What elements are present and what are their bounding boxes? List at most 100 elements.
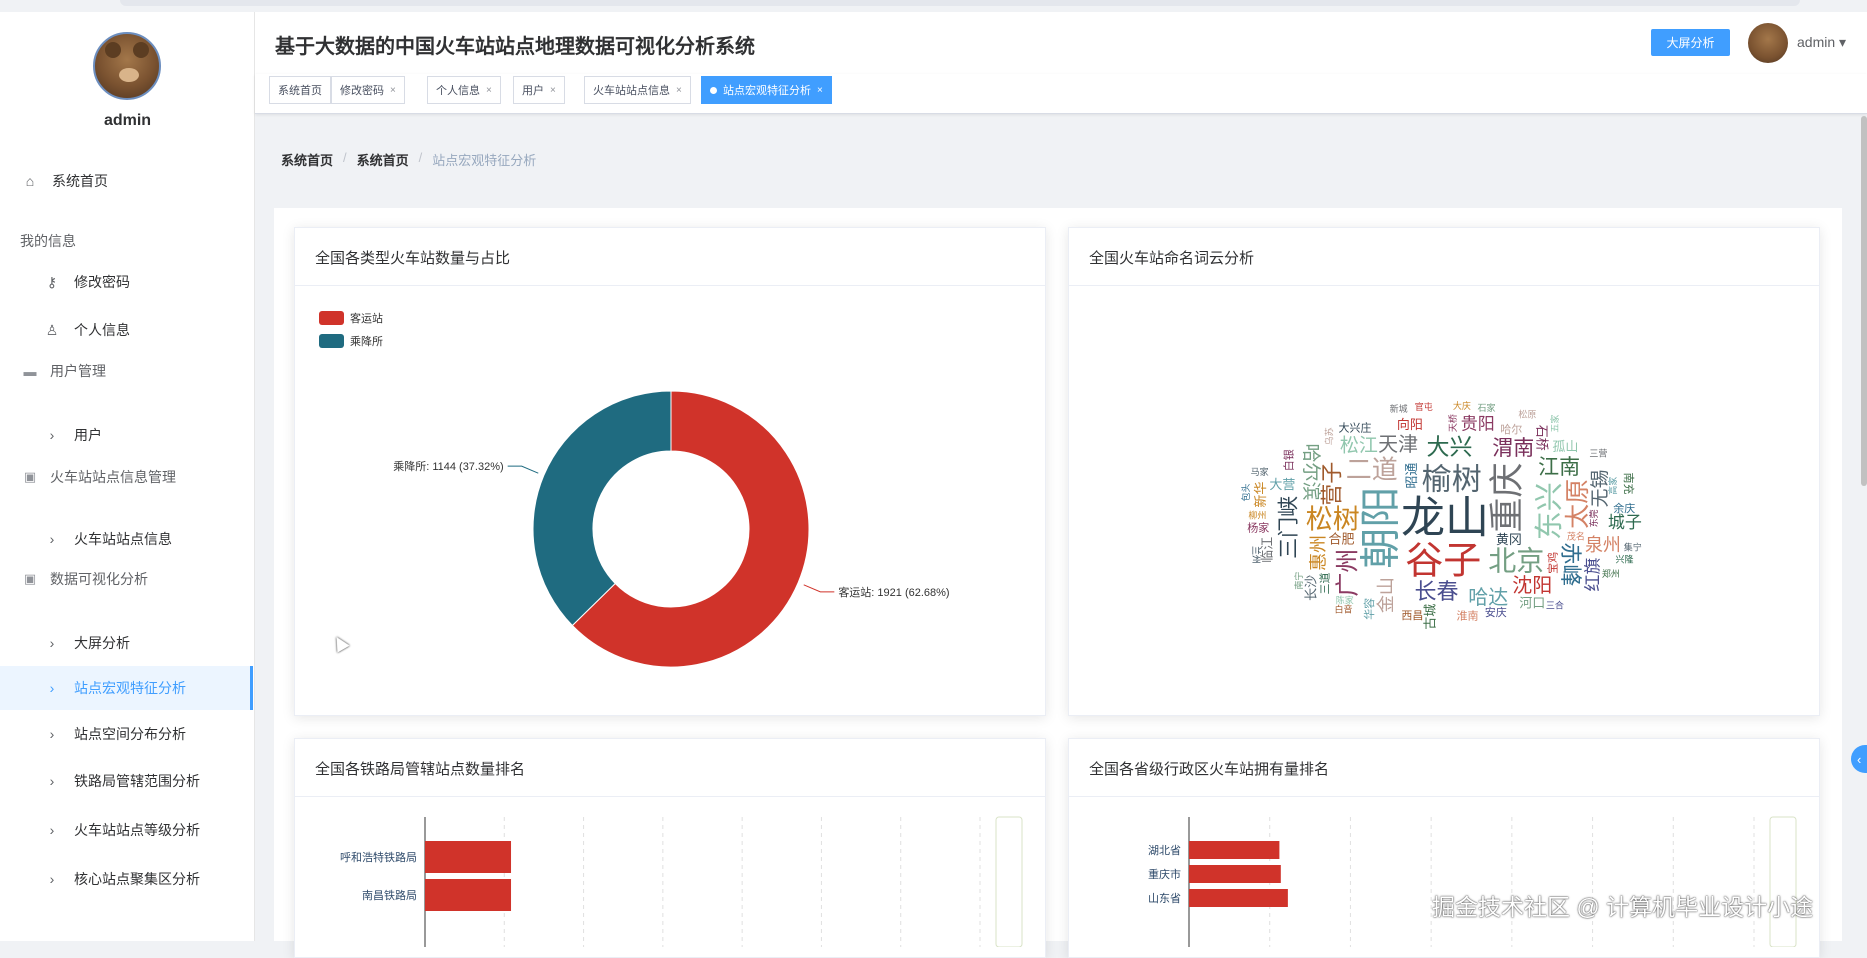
tab-3[interactable]: 用户 × xyxy=(513,76,565,104)
word-cloud-word[interactable]: 兰州 xyxy=(1250,546,1262,564)
bar-1[interactable] xyxy=(425,879,512,911)
bar-0[interactable] xyxy=(1189,841,1280,859)
header-avatar[interactable] xyxy=(1748,23,1788,63)
word-cloud-word[interactable]: 宝鸡 xyxy=(1546,552,1560,574)
close-icon[interactable]: × xyxy=(390,85,396,96)
word-cloud-word[interactable]: 茂名 xyxy=(1567,530,1585,542)
data-zoom-slider[interactable] xyxy=(995,816,1023,947)
word-cloud-word[interactable]: 渭南 xyxy=(1492,436,1534,460)
word-cloud-word[interactable]: 西昌 xyxy=(1401,609,1423,622)
word-cloud-word[interactable]: 谷子 xyxy=(1405,538,1481,582)
word-cloud-word[interactable]: 东莞 xyxy=(1588,509,1600,527)
word-cloud-word[interactable]: 榆树 xyxy=(1422,462,1482,497)
sidebar-item-7[interactable]: › 火车站站点信息 xyxy=(0,517,253,561)
word-cloud-word[interactable]: 南宁 xyxy=(1293,572,1305,590)
word-cloud-word[interactable]: 大兴 xyxy=(1426,434,1472,460)
word-cloud-word[interactable]: 贵阳 xyxy=(1461,415,1495,435)
word-cloud-word[interactable]: 新华 xyxy=(1253,482,1269,508)
word-cloud-word[interactable]: 河口 xyxy=(1519,597,1545,612)
word-cloud-word[interactable]: 余庆 xyxy=(1613,501,1635,515)
word-cloud-word[interactable]: 天津 xyxy=(1378,432,1418,456)
word-cloud-word[interactable]: 白音 xyxy=(1334,604,1352,616)
sidebar-item-3[interactable]: ♙ 个人信息 xyxy=(0,308,253,352)
word-cloud-word[interactable]: 五家 xyxy=(1549,415,1561,433)
word-cloud-word[interactable]: 石家 xyxy=(1477,402,1495,414)
word-cloud-word[interactable]: 二道 xyxy=(1346,456,1398,486)
sidebar-item-9[interactable]: › 大屏分析 xyxy=(0,621,253,665)
word-cloud-word[interactable]: 赤峰 xyxy=(1557,542,1582,586)
word-cloud-word[interactable]: 沈阳 xyxy=(1512,573,1552,597)
word-cloud-word[interactable]: 郑州 xyxy=(1602,568,1620,580)
big-screen-button[interactable]: 大屏分析 xyxy=(1651,29,1730,56)
word-cloud-word[interactable]: 松江 xyxy=(1340,435,1378,457)
vertical-scrollbar[interactable] xyxy=(1861,116,1867,486)
word-cloud-word[interactable]: 安庆 xyxy=(1485,605,1507,619)
word-cloud-word[interactable]: 乌苏 xyxy=(1324,427,1336,445)
sidebar-item-2[interactable]: ⚷ 修改密码 xyxy=(0,260,253,304)
word-cloud-word[interactable]: 哈尔 xyxy=(1500,423,1522,436)
word-cloud-word[interactable]: 城子 xyxy=(1608,513,1642,533)
data-zoom-slider[interactable] xyxy=(1769,816,1797,947)
tab-1[interactable]: 修改密码 × xyxy=(331,76,405,104)
tab-5[interactable]: 站点宏观特征分析 × xyxy=(701,76,832,104)
word-cloud-word[interactable]: 三营 xyxy=(1589,448,1607,460)
sidebar-item-13[interactable]: › 火车站站点等级分析 xyxy=(0,808,253,852)
word-cloud-word[interactable]: 太原 xyxy=(1563,479,1592,529)
breadcrumb-item-home[interactable]: 系统首页 xyxy=(281,150,333,169)
word-cloud-word[interactable]: 东兴 xyxy=(1532,482,1566,540)
word-cloud-word[interactable]: 合肥 xyxy=(1328,533,1354,548)
pie-slice-1[interactable] xyxy=(532,390,672,627)
word-cloud-word[interactable]: 大庆 xyxy=(1453,400,1471,412)
close-icon[interactable]: × xyxy=(817,85,823,96)
word-cloud-word[interactable]: 昭通 xyxy=(1405,463,1420,489)
sidebar-item-11[interactable]: › 站点空间分布分析 xyxy=(0,712,253,756)
word-cloud-word[interactable]: 淮南 xyxy=(1457,609,1479,622)
word-cloud-word[interactable]: 白银 xyxy=(1282,449,1296,471)
word-cloud-word[interactable]: 新城 xyxy=(1390,403,1408,415)
word-cloud-word[interactable]: 三门峡 xyxy=(1276,496,1300,559)
word-cloud-word[interactable]: 集宁 xyxy=(1624,541,1642,553)
word-cloud-word[interactable]: 广州 xyxy=(1334,549,1362,597)
tab-4[interactable]: 火车站站点信息 × xyxy=(584,76,691,104)
sidebar-item-14[interactable]: › 核心站点聚集区分析 xyxy=(0,857,253,901)
bar-2[interactable] xyxy=(1189,889,1288,907)
word-cloud-word[interactable]: 高家 xyxy=(1607,477,1619,495)
bar-1[interactable] xyxy=(1189,865,1281,883)
word-cloud-word[interactable]: 无锡 xyxy=(1589,469,1611,507)
chevron-left-icon[interactable]: ‹ xyxy=(1851,745,1867,773)
word-cloud-word[interactable]: 泉州 xyxy=(1585,535,1621,556)
word-cloud-word[interactable]: 古城 xyxy=(1424,604,1439,630)
word-cloud-word[interactable]: 哈尔滨 xyxy=(1300,444,1322,501)
word-cloud-word[interactable]: 长沙 xyxy=(1305,575,1320,601)
word-cloud-word[interactable]: 江南 xyxy=(1538,455,1580,479)
word-cloud-word[interactable]: 黄冈 xyxy=(1496,533,1522,548)
word-cloud-word[interactable]: 马家 xyxy=(1251,466,1269,478)
sidebar-item-0[interactable]: ⌂ 系统首页 xyxy=(0,159,253,203)
close-icon[interactable]: × xyxy=(550,85,556,96)
word-cloud-word[interactable]: 杨家 xyxy=(1247,521,1269,535)
word-cloud-word[interactable]: 兴隆 xyxy=(1616,553,1634,565)
close-icon[interactable]: × xyxy=(486,85,492,96)
word-cloud-word[interactable]: 大营 xyxy=(1269,478,1295,493)
word-cloud-word[interactable]: 三道 xyxy=(1318,572,1332,594)
word-cloud-word[interactable]: 包头 xyxy=(1240,483,1252,501)
word-cloud-word[interactable]: 华容 xyxy=(1362,598,1376,620)
word-cloud-word[interactable]: 长春 xyxy=(1414,580,1458,605)
word-cloud-word[interactable]: 朝阳 xyxy=(1356,487,1404,569)
word-cloud-word[interactable]: 临江 xyxy=(1260,537,1275,563)
word-cloud-word[interactable]: 石桥 xyxy=(1534,425,1549,451)
bar-0[interactable] xyxy=(425,841,512,873)
word-cloud-word[interactable]: 向阳 xyxy=(1397,417,1423,433)
word-cloud-word[interactable]: 大兴庄 xyxy=(1338,421,1371,435)
word-cloud-word[interactable]: 营子 xyxy=(1320,462,1345,506)
sidebar-item-10[interactable]: › 站点宏观特征分析 xyxy=(0,666,253,710)
word-cloud-word[interactable]: 红旗 xyxy=(1583,557,1603,591)
word-cloud-word[interactable]: 南充 xyxy=(1622,472,1636,494)
tab-0[interactable]: 系统首页 xyxy=(269,76,331,104)
word-cloud-word[interactable]: 柳州 xyxy=(1248,510,1266,522)
word-cloud-word[interactable]: 松树 xyxy=(1306,504,1360,535)
word-cloud-word[interactable]: 三合 xyxy=(1546,599,1564,611)
word-cloud-word[interactable]: 天桥 xyxy=(1447,414,1459,432)
word-cloud-word[interactable]: 龙山 xyxy=(1401,493,1489,544)
close-icon[interactable]: × xyxy=(676,85,682,96)
